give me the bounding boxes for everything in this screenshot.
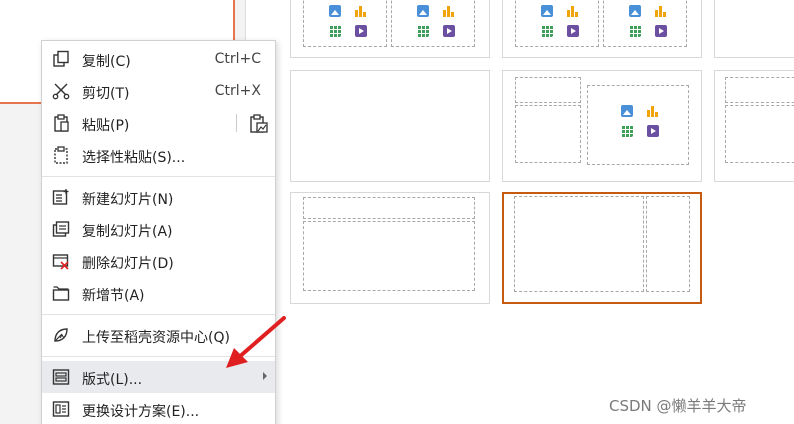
menu-item-label: 更换设计方案(E)...	[82, 404, 200, 420]
menu-item-label: 复制(C)	[82, 54, 131, 70]
menu-item-change-design[interactable]: 更换设计方案(E)...	[42, 393, 275, 424]
content-icons	[621, 105, 659, 137]
chart-icon	[355, 5, 367, 17]
menu-item-label: 粘贴(P)	[82, 118, 130, 134]
watermark: CSDN @懒羊羊大帝	[609, 397, 747, 415]
duplicate-slide-icon	[52, 221, 70, 237]
content-placeholder	[646, 196, 690, 292]
content-placeholder	[515, 105, 581, 163]
divider	[236, 114, 237, 132]
title-placeholder	[303, 197, 475, 219]
scissors-icon	[52, 83, 70, 100]
shortcut-label: Ctrl+C	[214, 51, 261, 67]
menu-item-label: 选择性粘贴(S)...	[82, 150, 186, 166]
menu-item-delete-slide[interactable]: 删除幻灯片(D)	[42, 245, 275, 277]
menu-item-duplicate-slide[interactable]: 复制幻灯片(A)	[42, 213, 275, 245]
table-icon	[621, 125, 633, 137]
menu-item-cut[interactable]: 剪切(T) Ctrl+X	[42, 75, 275, 107]
menu-item-label: 版式(L)...	[82, 372, 143, 388]
menu-item-paste[interactable]: 粘贴(P)	[42, 107, 275, 139]
video-icon	[443, 25, 455, 37]
video-icon	[655, 25, 667, 37]
content-icons	[629, 5, 667, 37]
table-icon	[629, 25, 641, 37]
picture-icon	[629, 5, 641, 17]
paste-special-icon	[54, 146, 68, 164]
menu-item-label: 新建幻灯片(N)	[82, 192, 174, 208]
layout-option-blank[interactable]	[290, 70, 490, 182]
upload-leaf-icon	[54, 328, 68, 342]
paste-picture-icon[interactable]	[249, 114, 269, 134]
chart-icon	[443, 5, 455, 17]
layout-icon	[52, 369, 70, 385]
content-placeholder	[514, 196, 644, 292]
picture-icon	[541, 5, 553, 17]
menu-separator	[42, 176, 275, 177]
layout-option-two-column-selected[interactable]	[502, 192, 702, 304]
menu-item-copy[interactable]: 复制(C) Ctrl+C	[42, 43, 275, 75]
title-placeholder	[515, 77, 581, 103]
content-placeholder	[725, 105, 794, 163]
layout-option-4[interactable]	[502, 70, 702, 182]
table-icon	[417, 25, 429, 37]
content-icons	[329, 5, 367, 37]
section-icon	[52, 286, 70, 301]
content-icons	[417, 5, 455, 37]
picture-icon	[417, 5, 429, 17]
shortcut-label: Ctrl+X	[214, 83, 261, 99]
menu-item-label: 复制幻灯片(A)	[82, 224, 173, 240]
layout-option-5[interactable]	[714, 70, 794, 182]
menu-item-label: 剪切(T)	[82, 86, 130, 102]
chart-icon	[655, 5, 667, 17]
table-icon	[541, 25, 553, 37]
table-icon	[329, 25, 341, 37]
picture-icon	[621, 105, 633, 117]
menu-item-label: 新增节(A)	[82, 288, 145, 304]
menu-item-paste-special[interactable]: 选择性粘贴(S)...	[42, 139, 275, 171]
chart-icon	[567, 5, 579, 17]
content-icons	[541, 5, 579, 37]
menu-item-label: 上传至稻壳资源中心(Q)	[82, 330, 230, 346]
video-icon	[355, 25, 367, 37]
annotation-arrow-icon	[226, 316, 286, 368]
design-icon	[52, 401, 70, 417]
menu-item-add-section[interactable]: 新增节(A)	[42, 277, 275, 309]
layout-gallery	[276, 0, 794, 424]
layout-option-3[interactable]	[714, 0, 794, 58]
new-slide-icon	[52, 189, 69, 205]
menu-item-label: 删除幻灯片(D)	[82, 256, 174, 272]
clipboard-icon	[54, 114, 69, 132]
layout-option-title-content[interactable]	[290, 192, 490, 304]
menu-item-new-slide[interactable]: 新建幻灯片(N)	[42, 181, 275, 213]
chart-icon	[647, 105, 659, 117]
picture-icon	[329, 5, 341, 17]
copy-icon	[53, 50, 69, 67]
video-icon	[567, 25, 579, 37]
layout-option-2[interactable]	[502, 0, 702, 58]
delete-slide-icon	[52, 254, 69, 270]
title-placeholder	[725, 77, 794, 103]
video-icon	[647, 125, 659, 137]
layout-option-1[interactable]	[290, 0, 490, 58]
content-placeholder	[303, 221, 475, 291]
